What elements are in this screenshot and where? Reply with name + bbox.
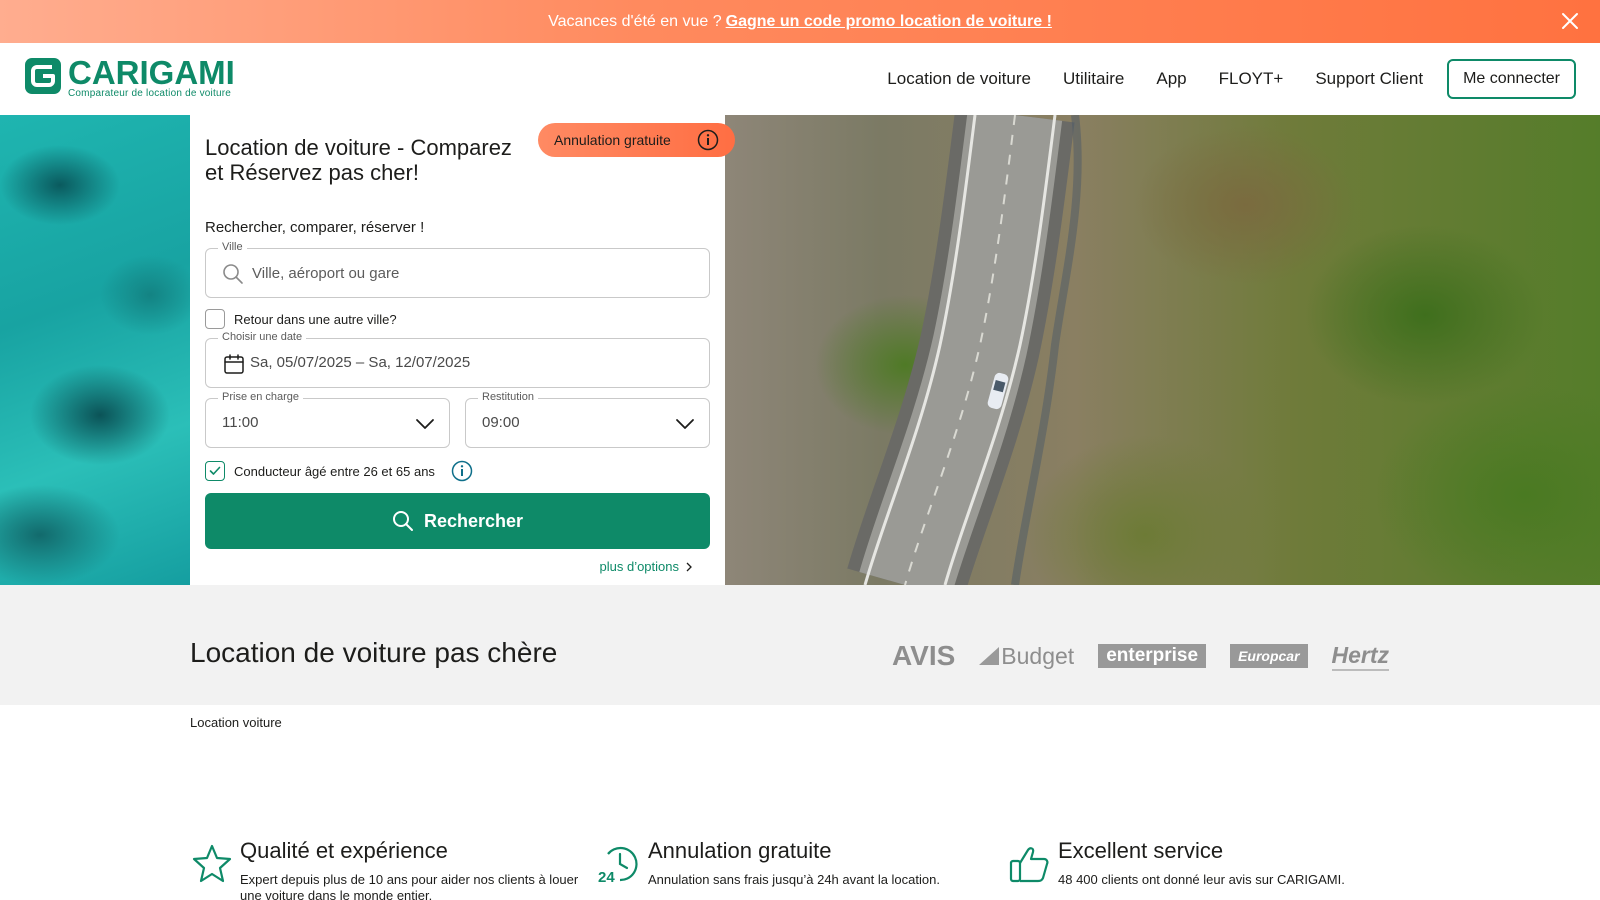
pickup-label: Prise en charge	[218, 391, 304, 403]
logo-wordmark: CARIGAMI	[68, 54, 235, 91]
nav-item-location-voiture[interactable]: Location de voiture	[887, 69, 1031, 89]
return-other-city-label: Retour dans une autre ville?	[234, 311, 397, 327]
feature-title: Annulation gratuite	[648, 838, 832, 863]
return-time-label: Restitution	[478, 391, 538, 403]
login-button[interactable]: Me connecter	[1447, 59, 1576, 99]
date-field[interactable]: Choisir une date Sa, 05/07/2025 – Sa, 12…	[205, 331, 710, 388]
date-value: Sa, 05/07/2025 – Sa, 12/07/2025	[250, 354, 471, 371]
more-options-label: plus d’options	[599, 559, 680, 574]
search-button-label: Rechercher	[423, 510, 524, 531]
feature-title: Excellent service	[1058, 838, 1224, 863]
nav-item-utilitaire[interactable]: Utilitaire	[1063, 69, 1124, 89]
free-cancellation-badge[interactable]: Annulation gratuite	[538, 123, 735, 157]
pickup-time-value: 11:00	[222, 414, 259, 431]
promo-link[interactable]: Gagne un code promo location de voiture …	[726, 13, 1052, 31]
promo-banner: Vacances d'été en vue ? Gagne un code pr…	[0, 0, 1600, 43]
budget-logo-text: Budget	[1001, 642, 1075, 669]
brands-strip: Location de voiture pas chère AVIS Budge…	[0, 585, 1600, 705]
clock-24-icon: 24	[598, 846, 638, 886]
return-other-city-checkbox[interactable]	[205, 309, 225, 329]
badge-label: Annulation gratuite	[554, 132, 671, 148]
city-field[interactable]: Ville	[205, 241, 710, 298]
thumbs-up-icon	[1009, 847, 1049, 883]
promo-text: Vacances d'été en vue ?	[548, 12, 722, 30]
nav-item-app[interactable]: App	[1156, 69, 1186, 89]
feature-quality: Qualité et expérience Expert depuis plus…	[190, 838, 590, 900]
info-icon[interactable]	[697, 129, 719, 151]
feature-service: Excellent service 48 400 clients ont don…	[1008, 838, 1408, 900]
star-icon	[192, 844, 232, 883]
site-header: CARIGAMI Comparateur de location de voit…	[0, 43, 1600, 115]
main-nav: Location de voiture Utilitaire App FLOYT…	[855, 59, 1576, 99]
chevron-down-icon	[416, 419, 434, 429]
city-input[interactable]	[252, 259, 692, 287]
feature-desc: 48 400 clients ont donné leur avis sur C…	[1058, 872, 1345, 887]
search-icon	[223, 264, 243, 284]
feature-title: Qualité et expérience	[240, 838, 448, 863]
brand-logos: AVIS Budget enterprise Europcar Hertz	[892, 640, 1413, 672]
search-subtitle: Rechercher, comparer, réserver !	[205, 219, 425, 236]
enterprise-logo: enterprise	[1098, 644, 1207, 668]
search-icon	[392, 511, 413, 531]
feature-desc: Expert depuis plus de 10 ans pour aider …	[240, 872, 579, 900]
nav-item-support-client[interactable]: Support Client	[1315, 69, 1423, 89]
hero: Location de voiture - Comparez et Réserv…	[0, 115, 1600, 585]
hero-sea-image	[0, 115, 190, 585]
chevron-right-icon	[686, 562, 692, 571]
driver-age-label: Conducteur âgé entre 26 et 65 ans	[234, 463, 435, 479]
search-title: Location de voiture - Comparez et Réserv…	[205, 135, 512, 185]
logo[interactable]: CARIGAMI Comparateur de location de voit…	[24, 54, 235, 101]
calendar-icon	[224, 354, 244, 374]
feature-free-cancellation: 24 Annulation gratuite Annulation sans f…	[598, 838, 998, 900]
nav-item-floyt[interactable]: FLOYT+	[1219, 69, 1284, 89]
europcar-logo: Europcar	[1230, 644, 1308, 668]
date-label: Choisir une date	[218, 331, 307, 343]
return-time-select[interactable]: Restitution 09:00	[465, 391, 710, 448]
info-icon[interactable]	[451, 460, 473, 482]
search-panel: Location de voiture - Comparez et Réserv…	[190, 115, 735, 585]
road-illustration	[847, 115, 1082, 585]
return-other-city-row[interactable]: Retour dans une autre ville?	[205, 309, 397, 329]
budget-logo: Budget	[979, 643, 1074, 670]
chevron-down-icon	[676, 419, 694, 429]
return-time-value: 09:00	[482, 414, 520, 431]
brands-strip-title: Location de voiture pas chère	[190, 637, 558, 668]
budget-mark-icon	[979, 647, 1000, 665]
city-label: Ville	[218, 241, 247, 253]
hertz-logo: Hertz	[1331, 642, 1390, 671]
pickup-time-select[interactable]: Prise en charge 11:00	[205, 391, 450, 448]
driver-age-row[interactable]: Conducteur âgé entre 26 et 65 ans	[205, 460, 473, 482]
check-icon	[209, 466, 221, 475]
logo-tagline: Comparateur de location de voiture	[68, 88, 232, 99]
search-button[interactable]: Rechercher	[205, 493, 710, 549]
feature-desc: Annulation sans frais jusqu’à 24h avant …	[648, 872, 940, 887]
close-icon[interactable]	[1560, 11, 1580, 31]
driver-age-checkbox[interactable]	[205, 461, 225, 481]
more-options-link[interactable]: plus d’options	[600, 559, 694, 574]
logo-mark-icon	[25, 58, 61, 94]
avis-logo: AVIS	[892, 640, 956, 671]
breadcrumb[interactable]: Location voiture	[190, 715, 282, 730]
hero-road-image	[725, 115, 1600, 585]
svg-text:24: 24	[598, 869, 615, 886]
